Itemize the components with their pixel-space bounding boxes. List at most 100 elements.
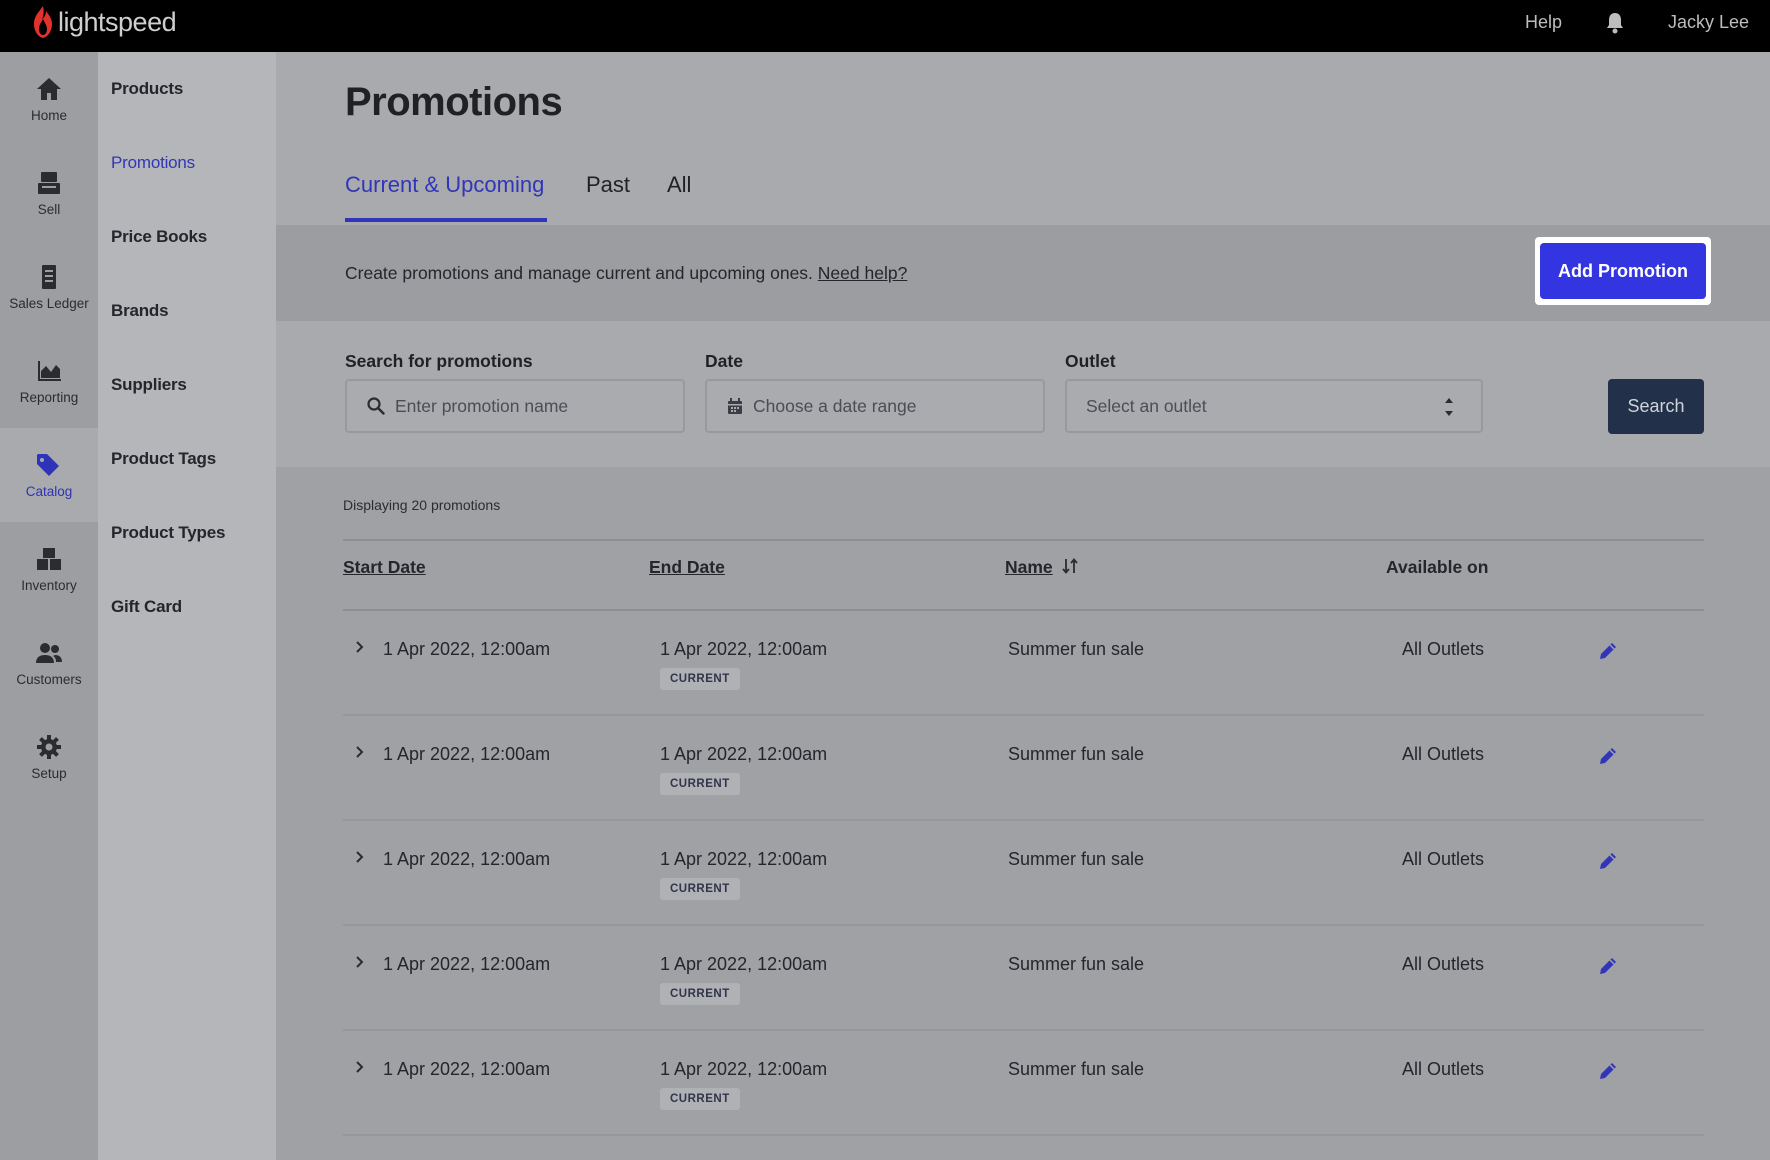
row-end-date: 1 Apr 2022, 12:00am: [660, 849, 828, 869]
tab-all[interactable]: All: [667, 172, 691, 198]
search-placeholder: Enter promotion name: [395, 395, 569, 416]
register-icon: [38, 172, 60, 194]
nav-reporting[interactable]: Reporting: [0, 334, 98, 428]
result-count: Displaying 20 promotions: [343, 497, 501, 513]
nav-sales-ledger-label: Sales Ledger: [9, 296, 89, 311]
table-row[interactable]: 1 Apr 2022, 12:00am 1 Apr 2022, 12:00am …: [343, 716, 1704, 821]
select-arrows-icon: [1445, 398, 1453, 416]
table-row[interactable]: 1 Apr 2022, 12:00am 1 Apr 2022, 12:00am …: [343, 1031, 1704, 1136]
pencil-icon[interactable]: [1597, 640, 1619, 662]
tab-current-upcoming[interactable]: Current & Upcoming: [345, 172, 544, 198]
search-label: Search for promotions: [345, 351, 533, 371]
page-title: Promotions: [345, 80, 563, 124]
subnav-products[interactable]: Products: [111, 79, 183, 99]
flame-icon: [34, 6, 52, 38]
chevron-right-icon[interactable]: [353, 639, 367, 655]
row-start-date: 1 Apr 2022, 12:00am: [383, 639, 551, 659]
subnav-product-tags[interactable]: Product Tags: [111, 449, 216, 469]
subnav-gift-card[interactable]: Gift Card: [111, 597, 182, 617]
home-icon: [37, 78, 61, 100]
subnav-promotions[interactable]: Promotions: [111, 153, 195, 173]
nav-sell-label: Sell: [37, 202, 61, 217]
row-available-on: All Outlets: [1402, 1059, 1485, 1079]
row-start-date: 1 Apr 2022, 12:00am: [383, 1059, 551, 1079]
status-badge: CURRENT: [660, 668, 740, 690]
table-row[interactable]: 1 Apr 2022, 12:00am 1 Apr 2022, 12:00am …: [343, 821, 1704, 926]
row-end-date: 1 Apr 2022, 12:00am: [660, 1059, 828, 1079]
chevron-right-icon[interactable]: [353, 1059, 367, 1075]
row-start-date: 1 Apr 2022, 12:00am: [383, 744, 551, 764]
nav-setup-label: Setup: [31, 766, 67, 781]
filter-bar: Search for promotions Enter promotion na…: [276, 321, 1770, 467]
tag-icon: [37, 454, 59, 476]
nav-inventory[interactable]: Inventory: [0, 522, 98, 616]
nav-reporting-label: Reporting: [19, 390, 79, 405]
subnav-price-books[interactable]: Price Books: [111, 227, 207, 247]
pencil-icon[interactable]: [1597, 850, 1619, 872]
outlet-placeholder: Select an outlet: [1086, 395, 1207, 416]
nav-catalog-label: Catalog: [25, 484, 73, 499]
nav-sell[interactable]: Sell: [0, 146, 98, 240]
search-button[interactable]: Search: [1608, 379, 1704, 434]
header-name-label: Name: [1005, 557, 1053, 577]
info-banner: Create promotions and manage current and…: [276, 225, 1770, 321]
chevron-right-icon[interactable]: [353, 954, 367, 970]
outlet-select[interactable]: Select an outlet: [1065, 379, 1483, 433]
date-range-input[interactable]: Choose a date range: [705, 379, 1045, 433]
bell-icon[interactable]: [1605, 11, 1625, 35]
status-badge: CURRENT: [660, 878, 740, 900]
row-name: Summer fun sale: [1008, 849, 1145, 869]
subnav-suppliers[interactable]: Suppliers: [111, 375, 187, 395]
header-end-date[interactable]: End Date: [649, 557, 725, 578]
date-placeholder: Choose a date range: [753, 395, 917, 416]
calendar-icon: [728, 397, 742, 414]
tab-past[interactable]: Past: [586, 172, 630, 198]
status-badge: CURRENT: [660, 1088, 740, 1110]
row-name: Summer fun sale: [1008, 639, 1145, 659]
chevron-right-icon[interactable]: [353, 744, 367, 760]
header-name[interactable]: Name: [1005, 557, 1078, 578]
people-icon: [36, 643, 62, 663]
search-input[interactable]: Enter promotion name: [345, 379, 685, 433]
pencil-icon[interactable]: [1597, 745, 1619, 767]
need-help-link[interactable]: Need help?: [818, 263, 908, 283]
add-promotion-button[interactable]: Add Promotion: [1540, 243, 1706, 299]
date-label: Date: [705, 351, 743, 371]
nav-customers[interactable]: Customers: [0, 616, 98, 710]
status-badge: CURRENT: [660, 983, 740, 1005]
row-start-date: 1 Apr 2022, 12:00am: [383, 954, 551, 974]
row-name: Summer fun sale: [1008, 1059, 1145, 1079]
subnav-brands[interactable]: Brands: [111, 301, 169, 321]
add-promotion-focus-ring: Add Promotion: [1535, 237, 1711, 305]
row-available-on: All Outlets: [1402, 849, 1485, 869]
chevron-right-icon[interactable]: [353, 849, 367, 865]
user-menu[interactable]: Jacky Lee: [1668, 12, 1749, 33]
subnav-product-types[interactable]: Product Types: [111, 523, 225, 543]
pencil-icon[interactable]: [1597, 955, 1619, 977]
nav-catalog[interactable]: Catalog: [0, 428, 98, 522]
search-icon: [367, 397, 385, 415]
help-link[interactable]: Help: [1525, 12, 1562, 33]
nav-setup[interactable]: Setup: [0, 710, 98, 804]
pencil-icon[interactable]: [1597, 1060, 1619, 1082]
banner-text-wrap: Create promotions and manage current and…: [345, 263, 907, 284]
nav-home[interactable]: Home: [0, 52, 98, 146]
row-end-date: 1 Apr 2022, 12:00am: [660, 639, 828, 659]
active-tab-indicator: [345, 218, 547, 222]
boxes-icon: [37, 548, 61, 570]
table-row[interactable]: 1 Apr 2022, 12:00am 1 Apr 2022, 12:00am …: [343, 926, 1704, 1031]
top-bar: lightspeed Help Jacky Lee: [0, 0, 1770, 52]
header-start-date[interactable]: Start Date: [343, 557, 426, 578]
row-name: Summer fun sale: [1008, 744, 1145, 764]
row-end-date: 1 Apr 2022, 12:00am: [660, 744, 828, 764]
status-badge: CURRENT: [660, 773, 740, 795]
row-end-date: 1 Apr 2022, 12:00am: [660, 954, 828, 974]
table-row[interactable]: 1 Apr 2022, 12:00am 1 Apr 2022, 12:00am …: [343, 611, 1704, 716]
sort-icon: [1061, 558, 1078, 574]
brand-logo[interactable]: lightspeed: [32, 5, 177, 39]
nav-home-label: Home: [30, 108, 67, 123]
nav-sales-ledger[interactable]: Sales Ledger: [0, 240, 98, 334]
outlet-label: Outlet: [1065, 351, 1116, 371]
ledger-icon: [42, 265, 56, 289]
brand-name: lightspeed: [58, 6, 177, 37]
